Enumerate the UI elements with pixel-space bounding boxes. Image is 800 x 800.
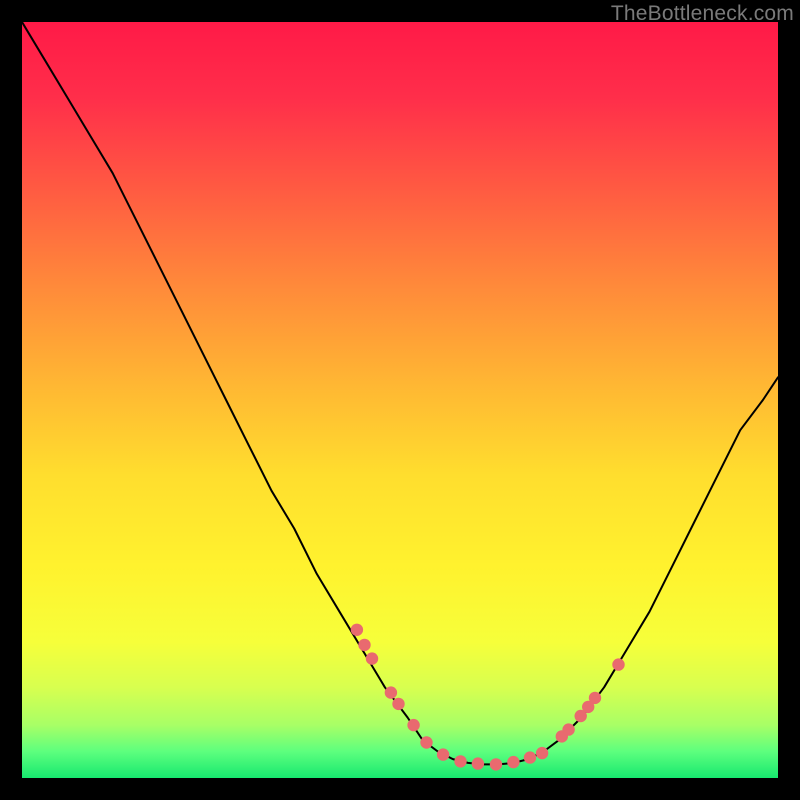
marker-dot: [536, 747, 548, 759]
watermark-text: TheBottleneck.com: [611, 2, 794, 26]
marker-dot: [385, 686, 397, 698]
marker-dot: [366, 652, 378, 664]
marker-dot: [407, 719, 419, 731]
gradient-background: [22, 22, 778, 778]
marker-dot: [589, 692, 601, 704]
marker-dot: [351, 624, 363, 636]
marker-dot: [358, 639, 370, 651]
marker-dot: [392, 698, 404, 710]
chart-frame: [22, 22, 778, 778]
marker-dot: [454, 755, 466, 767]
marker-dot: [490, 758, 502, 770]
marker-dot: [420, 736, 432, 748]
marker-dot: [507, 756, 519, 768]
marker-dot: [562, 723, 574, 735]
bottleneck-chart: [22, 22, 778, 778]
marker-dot: [472, 757, 484, 769]
marker-dot: [524, 751, 536, 763]
marker-dot: [437, 748, 449, 760]
marker-dot: [612, 658, 624, 670]
